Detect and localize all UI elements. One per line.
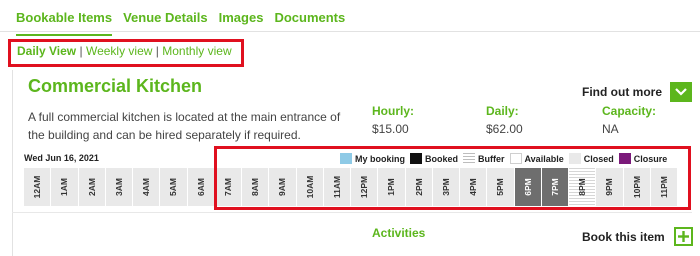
time-slot-12am[interactable]: 12AM — [24, 168, 52, 206]
legend-label: Buffer — [478, 153, 505, 164]
time-slot-9am[interactable]: 9AM — [269, 168, 297, 206]
buffer-swatch — [463, 153, 476, 164]
content-left-border — [12, 70, 13, 256]
chevron-down-icon[interactable] — [670, 82, 692, 102]
legend-label: Available — [524, 153, 564, 164]
time-slot-7am[interactable]: 7AM — [214, 168, 242, 206]
legend-closure: Closure — [618, 153, 668, 164]
tab-documents[interactable]: Documents — [274, 10, 345, 36]
weekly-view-link[interactable]: Weekly view — [86, 44, 152, 58]
activities-link[interactable]: Activities — [372, 226, 425, 240]
time-slot-label: 11AM — [331, 175, 342, 199]
time-slot-10pm[interactable]: 10PM — [623, 168, 651, 206]
view-switch: Daily View | Weekly view | Monthly view — [8, 39, 244, 67]
legend-label: Closure — [633, 153, 668, 164]
time-slot-label: 5AM — [168, 178, 179, 196]
time-slot-label: 4PM — [467, 178, 478, 196]
time-slot-11am[interactable]: 11AM — [323, 168, 351, 206]
available-swatch — [509, 153, 522, 164]
time-slot-label: 6PM — [522, 178, 533, 196]
time-slot-6pm[interactable]: 6PM — [514, 168, 542, 206]
calendar-date: Wed Jun 16, 2021 — [24, 153, 99, 163]
day-timeline: 12AM 1AM 2AM 3AM 4AM 5AM 6AM 7AM 8AM 9AM 10AM 11AM 1… — [24, 168, 678, 206]
daily-value: $62.00 — [486, 122, 523, 136]
time-slot-label: 8PM — [576, 178, 587, 196]
time-slot-label: 8AM — [249, 178, 260, 196]
time-slot-5am[interactable]: 5AM — [160, 168, 188, 206]
time-slot-11pm[interactable]: 11PM — [650, 168, 678, 206]
time-slot-label: 2PM — [413, 178, 424, 196]
time-slot-2pm[interactable]: 2PM — [405, 168, 433, 206]
time-slot-3pm[interactable]: 3PM — [432, 168, 460, 206]
closed-swatch — [568, 153, 581, 164]
tabs-divider — [0, 31, 700, 32]
item-title: Commercial Kitchen — [28, 76, 203, 96]
tab-bookable-items[interactable]: Bookable Items — [16, 10, 113, 36]
legend-available: Available — [509, 153, 564, 164]
time-slot-8pm[interactable]: 8PM — [569, 168, 597, 206]
legend-label: Closed — [583, 153, 614, 164]
capacity-value: NA — [602, 122, 619, 136]
time-slot-label: 6AM — [195, 178, 206, 196]
section-divider — [12, 212, 692, 213]
legend-my-booking: My booking — [340, 153, 405, 164]
time-slot-label: 1AM — [59, 178, 70, 196]
time-slot-label: 11PM — [658, 176, 669, 198]
time-slot-label: 3AM — [113, 178, 124, 196]
time-slot-2am[interactable]: 2AM — [78, 168, 106, 206]
find-out-more-label: Find out more — [582, 85, 662, 99]
monthly-view-link[interactable]: Monthly view — [162, 44, 231, 58]
tab-images[interactable]: Images — [219, 10, 264, 36]
book-this-item-label: Book this item — [582, 229, 665, 244]
time-slot-label: 3PM — [440, 178, 451, 196]
time-slot-1am[interactable]: 1AM — [51, 168, 79, 206]
my-booking-swatch — [340, 153, 352, 164]
capacity-label: Capacity: — [602, 104, 657, 118]
time-slot-label: 12PM — [358, 175, 369, 199]
time-slot-label: 2AM — [86, 178, 97, 196]
hourly-label: Hourly: — [372, 104, 414, 118]
view-separator: | — [155, 44, 159, 58]
find-out-more-button[interactable]: Find out more — [582, 82, 692, 102]
item-description: A full commercial kitchen is located at … — [28, 110, 341, 142]
hourly-value: $15.00 — [372, 122, 409, 136]
time-slot-label: 7PM — [549, 178, 560, 196]
time-slot-6am[interactable]: 6AM — [187, 168, 215, 206]
daily-label: Daily: — [486, 104, 519, 118]
legend-buffer: Buffer — [463, 153, 505, 164]
time-slot-label: 5PM — [495, 178, 506, 196]
time-slot-label: 12AM — [31, 175, 42, 199]
booked-swatch — [410, 153, 422, 164]
legend-label: Booked — [425, 153, 459, 164]
time-slot-label: 10PM — [631, 175, 642, 199]
time-slot-4am[interactable]: 4AM — [133, 168, 161, 206]
closure-swatch — [618, 153, 631, 164]
legend-closed: Closed — [568, 153, 614, 164]
time-slot-10am[interactable]: 10AM — [296, 168, 324, 206]
time-slot-4pm[interactable]: 4PM — [460, 168, 488, 206]
time-slot-label: 9PM — [604, 178, 615, 196]
daily-view-link[interactable]: Daily View — [17, 44, 76, 58]
time-slot-label: 4AM — [140, 178, 151, 196]
time-slot-label: 7AM — [222, 178, 233, 196]
time-slot-1pm[interactable]: 1PM — [378, 168, 406, 206]
time-slot-label: 1PM — [386, 178, 397, 196]
time-slot-3am[interactable]: 3AM — [105, 168, 133, 206]
top-tabs: Bookable Items Venue Details Images Docu… — [16, 10, 345, 36]
time-slot-7pm[interactable]: 7PM — [541, 168, 569, 206]
time-slot-12pm[interactable]: 12PM — [351, 168, 379, 206]
legend-booked: Booked — [410, 153, 458, 164]
time-slot-8am[interactable]: 8AM — [242, 168, 270, 206]
legend: My booking Booked Buffer Available Close… — [340, 153, 672, 164]
book-this-item-button[interactable]: Book this item — [582, 227, 693, 246]
time-slot-label: 10AM — [304, 175, 315, 199]
time-slot-label: 9AM — [277, 178, 288, 196]
plus-icon[interactable] — [673, 227, 693, 246]
view-separator: | — [79, 44, 83, 58]
time-slot-5pm[interactable]: 5PM — [487, 168, 515, 206]
legend-label: My booking — [355, 153, 405, 164]
time-slot-9pm[interactable]: 9PM — [596, 168, 624, 206]
tab-venue-details[interactable]: Venue Details — [123, 10, 208, 36]
